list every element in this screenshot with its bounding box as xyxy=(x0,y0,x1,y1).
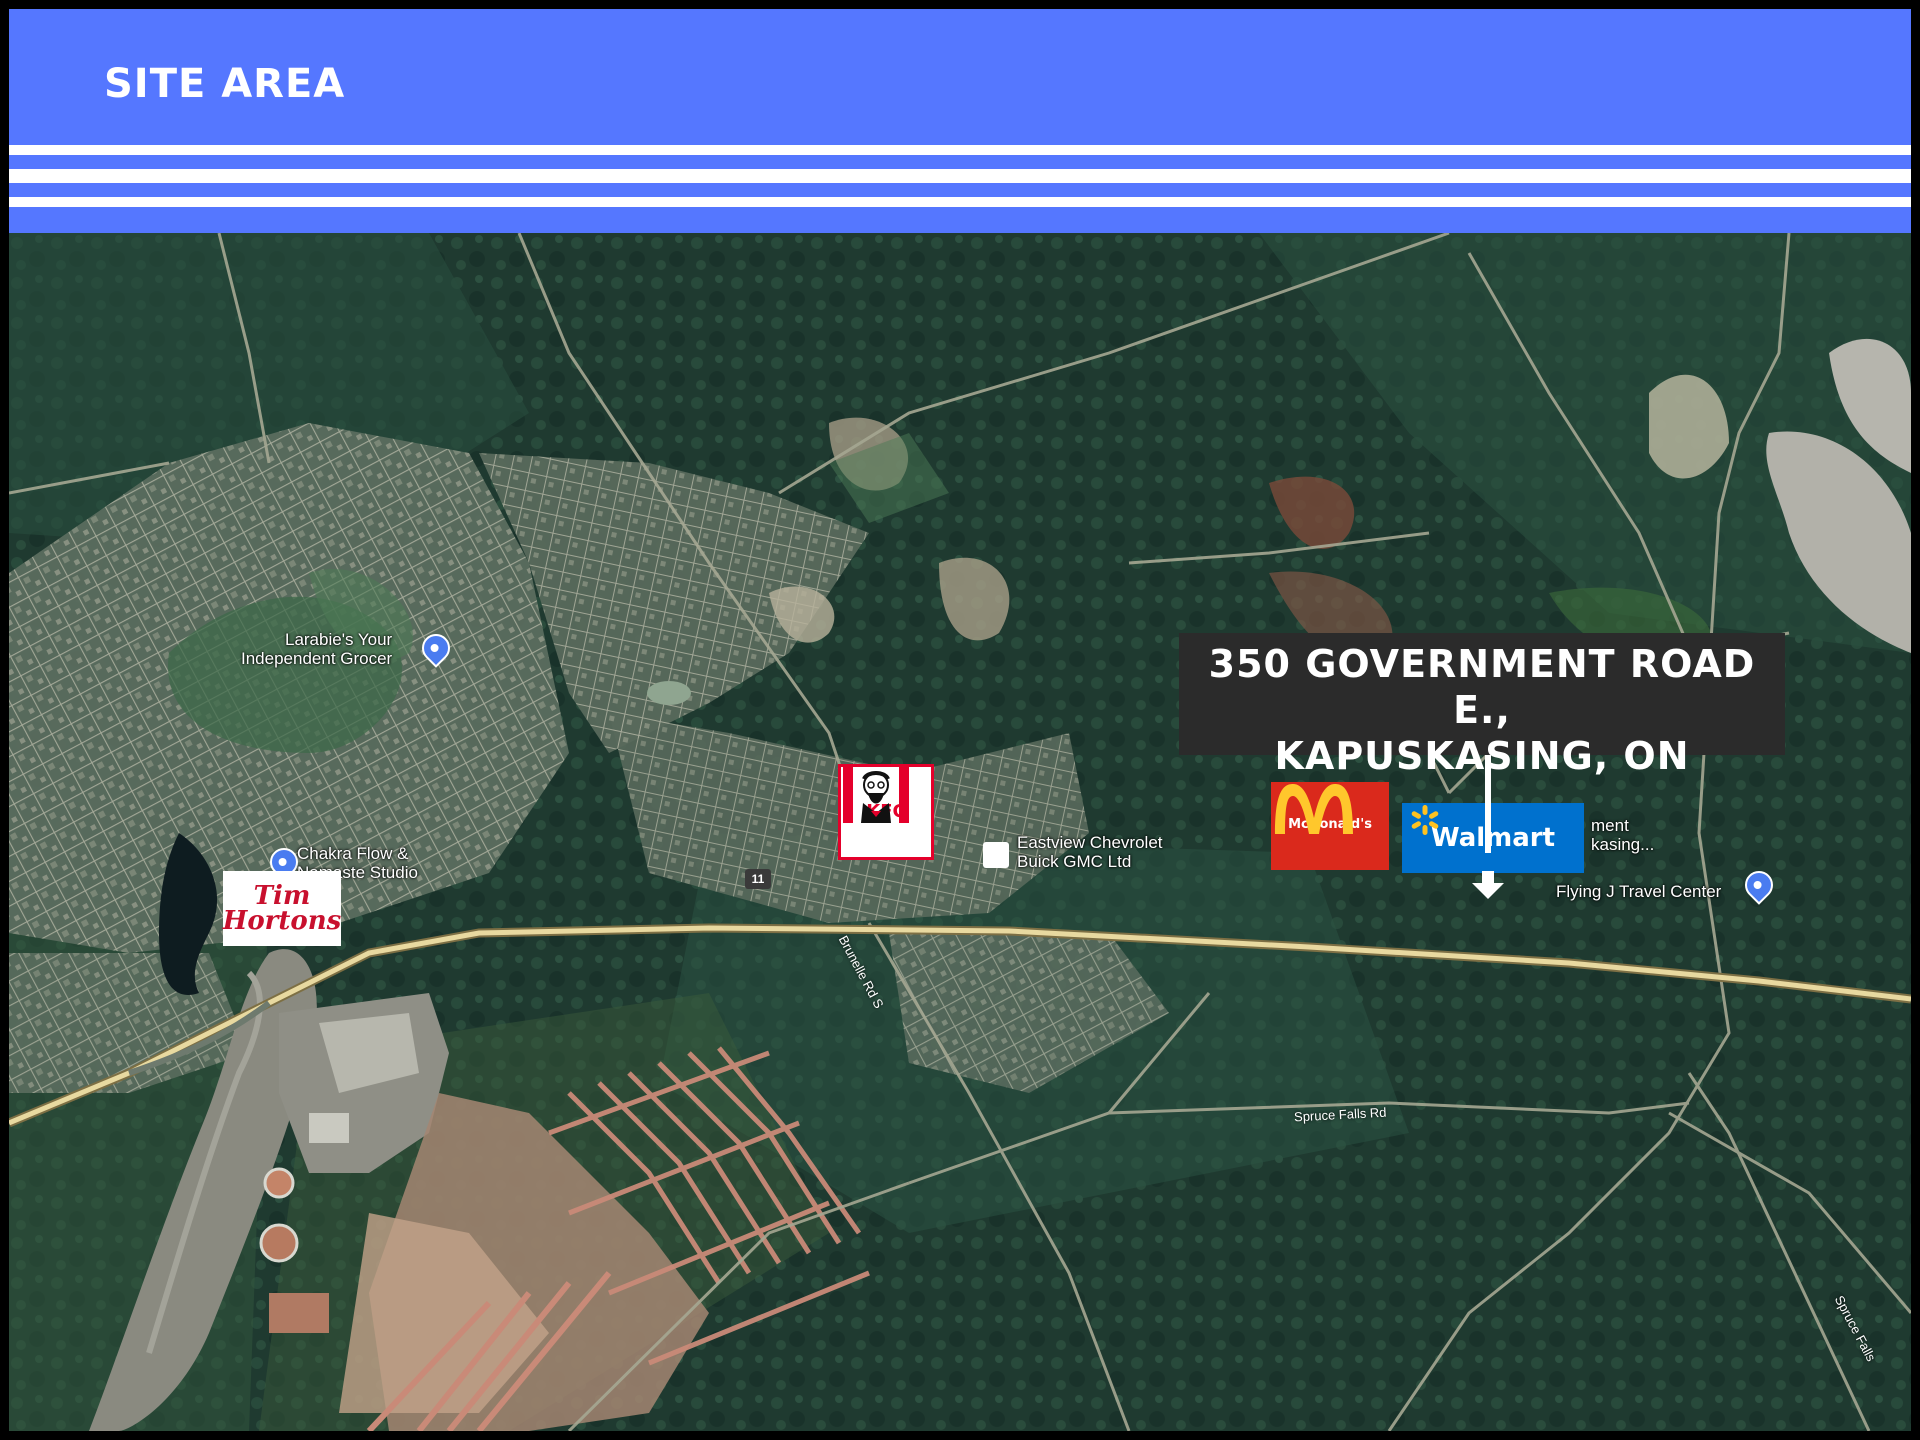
walmart-spark-icon xyxy=(1411,805,1439,835)
address-callout: 350 GOVERNMENT ROAD E., KAPUSKASING, ON xyxy=(1179,633,1785,778)
kfc-logo[interactable]: KFC xyxy=(838,764,934,860)
colonel-sanders-icon xyxy=(843,767,909,823)
walmart-wordmark: Walmart xyxy=(1430,823,1556,853)
slide-frame: SITE AREA Larabie's Your Independent Gro… xyxy=(9,9,1911,1431)
tim-hortons-wordmark: Tim Hortons xyxy=(222,880,342,936)
site-location-arrow-icon xyxy=(1472,871,1504,899)
mcdonalds-logo[interactable]: McDonald's xyxy=(1271,782,1389,870)
address-line-2: KAPUSKASING, ON xyxy=(1274,734,1690,778)
dealership-icon[interactable] xyxy=(983,842,1009,868)
label-walmart-partial[interactable]: ment kasing... xyxy=(1591,816,1654,854)
header-stripe xyxy=(9,197,1911,207)
label-eastview[interactable]: Eastview Chevrolet Buick GMC Ltd xyxy=(1017,833,1163,871)
golden-arches-icon xyxy=(1275,784,1353,834)
label-larabies[interactable]: Larabie's Your Independent Grocer xyxy=(241,630,392,668)
highway-shield-icon: 11 xyxy=(745,869,771,889)
page-title: SITE AREA xyxy=(104,61,346,107)
header-banner: SITE AREA xyxy=(9,9,1911,233)
header-stripe xyxy=(9,145,1911,155)
highway-number: 11 xyxy=(751,872,765,886)
header-stripe xyxy=(9,169,1911,183)
label-flying-j[interactable]: Flying J Travel Center xyxy=(1556,882,1721,901)
tim-hortons-logo[interactable]: Tim Hortons xyxy=(223,871,341,946)
address-line-1: 350 GOVERNMENT ROAD E., xyxy=(1208,642,1756,732)
walmart-logo[interactable]: Walmart xyxy=(1402,803,1584,873)
satellite-map[interactable]: Larabie's Your Independent Grocer Chakra… xyxy=(9,233,1911,1431)
callout-pointer-line xyxy=(1485,755,1491,853)
